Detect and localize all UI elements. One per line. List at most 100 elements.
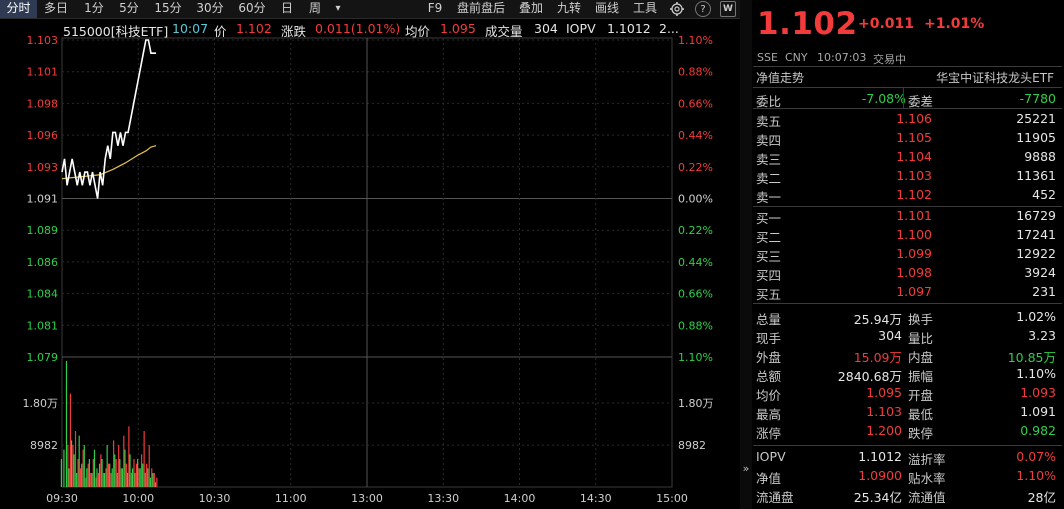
y-tick-pct: 0.44% bbox=[678, 256, 713, 269]
fund-stat-label: 流通值 bbox=[908, 490, 946, 505]
x-tick: 10:00 bbox=[122, 492, 154, 505]
y-tick-pct: 0.88% bbox=[678, 66, 713, 79]
ask-volume: 11905 bbox=[1016, 130, 1056, 145]
y-tick-pct: 0.88% bbox=[678, 319, 713, 332]
stat-value: 25.94万 bbox=[853, 312, 902, 327]
stat-label: 量比 bbox=[908, 331, 934, 346]
stat-label: 内盘 bbox=[908, 350, 934, 365]
y-tick-pct: 0.22% bbox=[678, 224, 713, 237]
ask-price[interactable]: 1.106 bbox=[896, 111, 932, 126]
y-tick-pct: 0.66% bbox=[678, 288, 713, 301]
y-tick-price: 1.089 bbox=[27, 224, 59, 237]
price-change-pct: +1.01% bbox=[924, 16, 985, 32]
intraday-chart[interactable]: 1.103 1.10% 1.101 0.88% 1.098 0.66% 1.096 0.44%… bbox=[0, 0, 740, 509]
fund-stat-value: 28亿 bbox=[1027, 490, 1056, 505]
bid-price[interactable]: 1.101 bbox=[896, 208, 932, 223]
divider bbox=[753, 87, 1062, 88]
stat-label: 最高 bbox=[756, 407, 782, 422]
y-tick-price: 1.103 bbox=[27, 34, 59, 47]
nav-trend-link[interactable]: 净值走势 bbox=[756, 69, 804, 86]
bid-level-label: 买一 bbox=[756, 211, 782, 226]
fund-stat-label: 净值 bbox=[756, 471, 782, 486]
bid-volume: 3924 bbox=[1024, 265, 1056, 280]
y-tick-pct: 0.66% bbox=[678, 97, 713, 110]
ask-price[interactable]: 1.105 bbox=[896, 130, 932, 145]
stat-value: 2840.68万 bbox=[837, 369, 902, 384]
bid-volume: 17241 bbox=[1016, 227, 1056, 242]
stat-label: 总额 bbox=[756, 369, 782, 384]
price-line bbox=[61, 39, 157, 199]
ask-volume: 9888 bbox=[1024, 149, 1056, 164]
fund-full-name: 华宝中证科技龙头ETF bbox=[936, 71, 1054, 85]
stat-label: 总量 bbox=[756, 312, 782, 327]
fund-stat-value: 25.34亿 bbox=[853, 490, 902, 505]
weibi-value: -7.08% bbox=[861, 91, 906, 106]
ask-price[interactable]: 1.102 bbox=[896, 187, 932, 202]
volume-tick-right: 8982 bbox=[678, 439, 706, 452]
x-tick: 15:00 bbox=[656, 492, 688, 505]
stat-value: 304 bbox=[878, 328, 902, 343]
y-tick-price: 1.084 bbox=[27, 288, 59, 301]
ask-price[interactable]: 1.104 bbox=[896, 149, 932, 164]
price-change: +0.011 bbox=[858, 16, 915, 32]
stat-label: 最低 bbox=[908, 407, 934, 422]
stat-label: 均价 bbox=[756, 388, 782, 403]
stat-value: 1.093 bbox=[1020, 385, 1056, 400]
volume-tick-right: 1.80万 bbox=[678, 397, 714, 410]
bid-volume: 16729 bbox=[1016, 208, 1056, 223]
y-tick-price: 1.081 bbox=[27, 319, 59, 332]
bid-price[interactable]: 1.097 bbox=[896, 284, 932, 299]
stat-label: 开盘 bbox=[908, 388, 934, 403]
ask-level-label: 卖四 bbox=[756, 133, 782, 148]
column-divider bbox=[903, 88, 904, 108]
fund-stat-label: IOPV bbox=[756, 449, 786, 464]
ask-level-label: 卖二 bbox=[756, 171, 782, 186]
volume-tick-left: 1.80万 bbox=[23, 397, 59, 410]
x-tick: 09:30 bbox=[46, 492, 78, 505]
y-tick-price: 1.079 bbox=[27, 351, 59, 364]
fund-stat-value: 0.07% bbox=[1016, 449, 1056, 464]
bid-volume: 12922 bbox=[1016, 246, 1056, 261]
divider bbox=[753, 206, 1062, 207]
stat-value: 3.23 bbox=[1028, 328, 1056, 343]
y-tick-pct: 1.10% bbox=[678, 351, 713, 364]
stat-label: 现手 bbox=[756, 331, 782, 346]
divider bbox=[753, 445, 1062, 446]
stat-value: 10.85万 bbox=[1007, 350, 1056, 365]
bid-price[interactable]: 1.099 bbox=[896, 246, 932, 261]
stat-value: 15.09万 bbox=[853, 350, 902, 365]
fund-stat-label: 流通盘 bbox=[756, 490, 794, 505]
bid-level-label: 买五 bbox=[756, 287, 782, 302]
y-tick-price: 1.091 bbox=[27, 193, 59, 206]
ask-volume: 452 bbox=[1032, 187, 1056, 202]
x-tick: 14:30 bbox=[580, 492, 612, 505]
ask-volume: 11361 bbox=[1016, 168, 1056, 183]
ask-level-label: 卖五 bbox=[756, 114, 782, 129]
bid-level-label: 买二 bbox=[756, 230, 782, 245]
app-root: 分时 多日 1分 5分 15分 30分 60分 日 周 ▾ F9 盘前盘后 叠加… bbox=[0, 0, 1064, 509]
bid-price[interactable]: 1.098 bbox=[896, 265, 932, 280]
divider bbox=[753, 66, 1062, 67]
bid-level-label: 买四 bbox=[756, 268, 782, 283]
collapse-arrow-icon[interactable]: » bbox=[740, 462, 752, 475]
bid-volume: 231 bbox=[1032, 284, 1056, 299]
ask-price[interactable]: 1.103 bbox=[896, 168, 932, 183]
fund-stat-value: 1.10% bbox=[1016, 468, 1056, 483]
quote-time: 10:07:03 bbox=[817, 51, 867, 64]
stat-label: 涨停 bbox=[756, 426, 782, 441]
x-tick: 10:30 bbox=[199, 492, 231, 505]
x-tick: 11:00 bbox=[275, 492, 307, 505]
ask-level-label: 卖一 bbox=[756, 190, 782, 205]
stat-value: 1.02% bbox=[1016, 309, 1056, 324]
x-tick: 13:30 bbox=[427, 492, 459, 505]
exchange-code: SSE bbox=[757, 51, 778, 64]
stat-value: 1.103 bbox=[866, 404, 902, 419]
stat-value: 1.091 bbox=[1020, 404, 1056, 419]
bid-level-label: 买三 bbox=[756, 249, 782, 264]
y-tick-pct: 0.00% bbox=[678, 193, 713, 206]
stat-label: 振幅 bbox=[908, 369, 934, 384]
y-tick-price: 1.101 bbox=[27, 66, 59, 79]
bid-price[interactable]: 1.100 bbox=[896, 227, 932, 242]
stat-label: 跌停 bbox=[908, 426, 934, 441]
y-tick-price: 1.093 bbox=[27, 161, 59, 174]
